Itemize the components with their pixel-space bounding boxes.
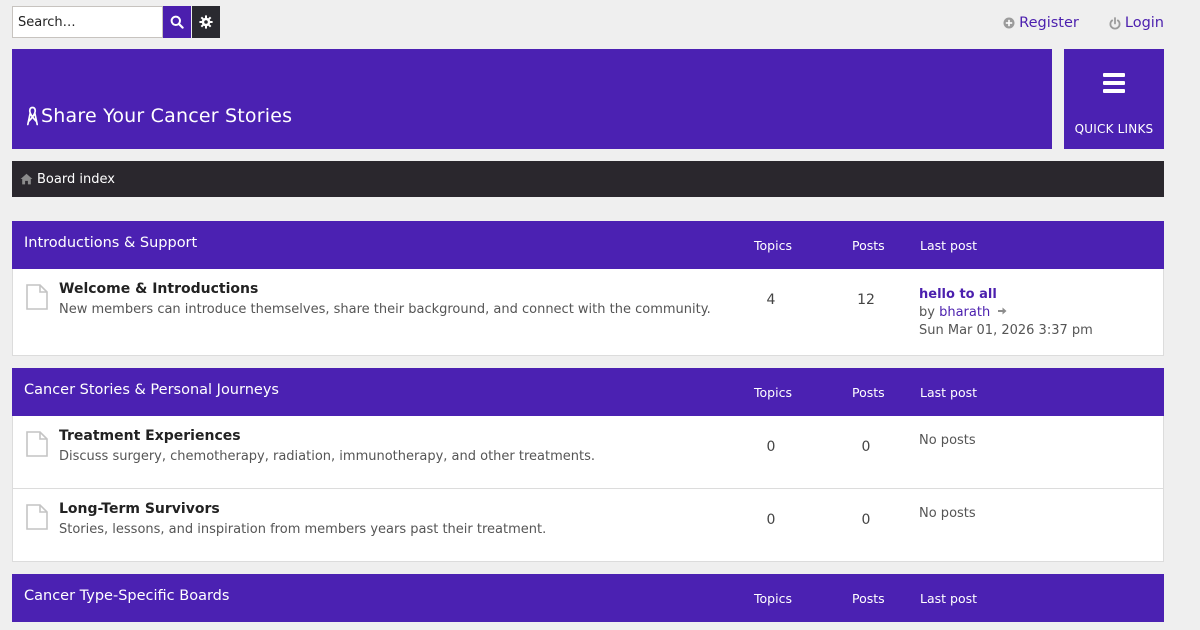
category-cancer-type-specific: Cancer Type-Specific Boards Topics Posts… bbox=[12, 574, 1164, 622]
plus-circle-icon bbox=[1003, 17, 1015, 29]
register-link[interactable]: Register bbox=[1003, 15, 1079, 31]
last-post-by: by bbox=[919, 305, 935, 320]
forum-row: Welcome & Introductions New members can … bbox=[12, 269, 1164, 356]
gear-icon bbox=[199, 15, 213, 29]
breadcrumb-board-index[interactable]: Board index bbox=[20, 172, 115, 187]
site-logo-link[interactable]: Share Your Cancer Stories bbox=[26, 105, 292, 127]
login-label: Login bbox=[1124, 15, 1164, 31]
category-title[interactable]: Cancer Stories & Personal Journeys bbox=[24, 382, 279, 398]
quick-links-button[interactable]: QUICK LINKS bbox=[1064, 49, 1164, 149]
forum-description: Discuss surgery, chemotherapy, radiation… bbox=[59, 449, 596, 464]
topics-count: 0 bbox=[766, 439, 776, 455]
breadcrumb-label: Board index bbox=[37, 171, 115, 187]
posts-column-header: Posts bbox=[852, 238, 885, 253]
category-header: Cancer Type-Specific Boards Topics Posts… bbox=[12, 574, 1164, 622]
last-post-author-link[interactable]: bharath bbox=[939, 305, 990, 320]
top-bar: Register Login bbox=[12, 6, 1164, 38]
quick-links-label: QUICK LINKS bbox=[1074, 122, 1154, 136]
last-post-column-header: Last post bbox=[920, 591, 978, 606]
topics-column-header: Topics bbox=[754, 238, 792, 253]
search-box bbox=[12, 6, 220, 38]
posts-count: 0 bbox=[861, 439, 871, 455]
posts-column-header: Posts bbox=[852, 591, 885, 606]
user-links: Register Login bbox=[1003, 15, 1164, 31]
search-input[interactable] bbox=[12, 6, 163, 38]
power-icon bbox=[1109, 16, 1121, 29]
view-latest-post-icon[interactable] bbox=[997, 306, 1007, 316]
posts-count: 12 bbox=[857, 292, 875, 308]
search-button[interactable] bbox=[163, 6, 191, 38]
category-title[interactable]: Cancer Type-Specific Boards bbox=[24, 588, 229, 604]
category-cancer-stories: Cancer Stories & Personal Journeys Topic… bbox=[12, 368, 1164, 562]
advanced-search-button[interactable] bbox=[192, 6, 220, 38]
no-posts-label: No posts bbox=[919, 433, 976, 448]
last-post-column-header: Last post bbox=[920, 385, 978, 400]
forum-row: Treatment Experiences Discuss surgery, c… bbox=[12, 416, 1164, 489]
login-link[interactable]: Login bbox=[1109, 15, 1164, 31]
forum-read-icon bbox=[26, 431, 48, 457]
category-header: Cancer Stories & Personal Journeys Topic… bbox=[12, 368, 1164, 416]
last-post-author-line: by bharath bbox=[919, 304, 1093, 322]
posts-column-header: Posts bbox=[852, 385, 885, 400]
search-icon bbox=[170, 15, 184, 29]
topics-column-header: Topics bbox=[754, 385, 792, 400]
last-post-date: Sun Mar 01, 2026 3:37 pm bbox=[919, 323, 1093, 338]
last-post-title-link[interactable]: hello to all bbox=[919, 286, 1093, 304]
last-post-info: hello to all by bharath Sun Mar 01, 2026… bbox=[919, 286, 1093, 340]
no-posts-label: No posts bbox=[919, 506, 976, 521]
home-icon bbox=[20, 173, 33, 185]
register-label: Register bbox=[1019, 15, 1079, 31]
forum-read-icon bbox=[26, 504, 48, 530]
topics-column-header: Topics bbox=[754, 591, 792, 606]
posts-count: 0 bbox=[861, 512, 871, 528]
ribbon-icon bbox=[26, 106, 39, 126]
category-title[interactable]: Introductions & Support bbox=[24, 235, 197, 251]
breadcrumb-bar: Board index bbox=[12, 161, 1164, 197]
site-title: Share Your Cancer Stories bbox=[41, 105, 293, 127]
forum-read-icon bbox=[26, 284, 48, 310]
hamburger-icon bbox=[1103, 73, 1125, 93]
site-header: Share Your Cancer Stories bbox=[12, 49, 1052, 149]
forum-title-link[interactable]: Welcome & Introductions bbox=[59, 281, 258, 297]
forum-description: New members can introduce themselves, sh… bbox=[59, 302, 711, 317]
forum-title-link[interactable]: Treatment Experiences bbox=[59, 428, 241, 444]
topics-count: 0 bbox=[766, 512, 776, 528]
forum-description: Stories, lessons, and inspiration from m… bbox=[59, 522, 547, 537]
category-introductions: Introductions & Support Topics Posts Las… bbox=[12, 221, 1164, 356]
topics-count: 4 bbox=[766, 292, 776, 308]
category-header: Introductions & Support Topics Posts Las… bbox=[12, 221, 1164, 269]
forum-title-link[interactable]: Long-Term Survivors bbox=[59, 501, 220, 517]
forum-row: Long-Term Survivors Stories, lessons, an… bbox=[12, 489, 1164, 562]
last-post-column-header: Last post bbox=[920, 238, 978, 253]
